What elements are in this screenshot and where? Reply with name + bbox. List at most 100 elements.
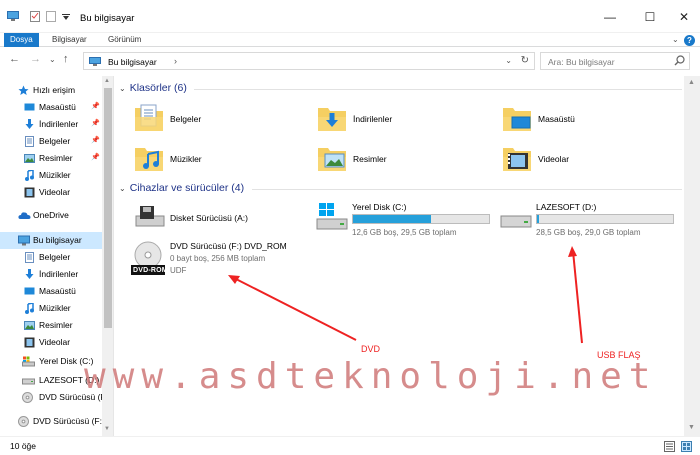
nav-this-pc[interactable]: Bu bilgisayar: [0, 232, 102, 249]
video-icon: [24, 337, 35, 348]
nav-label: Masaüstü: [39, 286, 76, 296]
cloud-icon: [18, 212, 31, 219]
scroll-up-icon[interactable]: ▲: [688, 79, 695, 86]
scroll-down-icon[interactable]: ▼: [688, 424, 695, 431]
close-button[interactable]: ✕: [666, 8, 700, 26]
computer-icon: [18, 235, 30, 246]
dvd-annotation: DVD: [361, 344, 381, 354]
address-row: ← → ⌄ ↑ Bu bilgisayar › ⌄ ↻ Ara: Bu bilg…: [0, 48, 700, 74]
properties-icon[interactable]: [30, 11, 40, 22]
status-bar: 10 öğe: [0, 436, 700, 455]
windows-drive-icon: [316, 203, 348, 230]
drive-lazesoft-d[interactable]: LAZESOFT (D:) 28,5 GB boş, 29,0 GB topla…: [500, 202, 680, 242]
devices-group-label: Cihazlar ve sürücüler (4): [129, 182, 245, 194]
folders-group-header[interactable]: ⌄ Klasörler (6): [119, 82, 187, 94]
nav-label: Belgeler: [39, 252, 71, 262]
drive-local-c[interactable]: Yerel Disk (C:) 12,6 GB boş, 29,5 GB top…: [316, 202, 496, 242]
nav-item-muzikler[interactable]: Müzikler: [0, 167, 102, 184]
breadcrumb-chevron-icon[interactable]: ›: [174, 56, 177, 66]
scroll-down-icon[interactable]: ▼: [104, 426, 110, 432]
address-bar[interactable]: Bu bilgisayar › ⌄ ↻: [83, 52, 535, 70]
group-divider: [252, 189, 682, 190]
forward-button[interactable]: →: [30, 53, 41, 65]
folders-group-label: Klasörler (6): [129, 82, 187, 94]
nav-quick-access[interactable]: Hızlı erişim: [0, 82, 102, 99]
drive-space-info: 0 bayt boş, 256 MB toplam: [170, 254, 266, 263]
address-path[interactable]: Bu bilgisayar: [108, 57, 157, 67]
back-button[interactable]: ←: [9, 53, 20, 65]
refresh-button[interactable]: ↻: [521, 55, 529, 66]
search-box[interactable]: Ara: Bu bilgisayar: [540, 52, 690, 70]
search-icon[interactable]: [674, 55, 685, 66]
drive-name: DVD Sürücüsü (F:) DVD_ROM: [170, 241, 287, 251]
desktop-icon: [24, 287, 35, 295]
view-buttons: [664, 441, 692, 454]
nav-onedrive[interactable]: OneDrive: [0, 207, 102, 224]
chevron-down-icon[interactable]: ⌄: [119, 84, 126, 93]
nav-item-belgeler[interactable]: Belgeler 📌: [0, 133, 102, 150]
nav-scroll-thumb[interactable]: [104, 88, 112, 328]
videos-folder-icon: [503, 148, 531, 171]
downloads-folder-icon: [318, 108, 346, 131]
new-folder-icon[interactable]: [46, 11, 56, 22]
floppy-drive-icon: [135, 206, 165, 227]
tab-gorunum[interactable]: Görünüm: [102, 33, 147, 47]
nav-pc-masaustu[interactable]: Masaüstü: [0, 283, 102, 300]
help-icon[interactable]: ?: [684, 35, 695, 46]
chevron-down-icon[interactable]: ⌄: [119, 184, 126, 193]
recent-locations-button[interactable]: ⌄: [49, 55, 56, 64]
dvd-icon: [18, 416, 29, 427]
nav-dvd-drive[interactable]: DVD Sürücüsü (F:): [0, 413, 105, 430]
nav-item-videolar[interactable]: Videolar: [0, 184, 102, 201]
minimize-button[interactable]: —: [592, 8, 628, 26]
documents-folder-icon: [135, 104, 163, 131]
usb-drive-icon: [500, 215, 532, 228]
group-divider: [194, 89, 682, 90]
drive-name: Disket Sürücüsü (A:): [170, 213, 248, 223]
drive-floppy-a[interactable]: Disket Sürücüsü (A:): [134, 202, 304, 236]
nav-pc-muzikler[interactable]: Müzikler: [0, 300, 102, 317]
tab-bilgisayar[interactable]: Bilgisayar: [46, 33, 93, 47]
large-icons-view-icon[interactable]: [681, 441, 692, 452]
scroll-up-icon[interactable]: ▲: [104, 78, 110, 84]
nav-pc-videolar[interactable]: Videolar: [0, 334, 102, 351]
folder-label: İndirilenler: [353, 114, 393, 124]
music-icon: [25, 170, 34, 181]
nav-pc-resimler[interactable]: Resimler: [0, 317, 102, 334]
nav-item-indirilenler[interactable]: İndirilenler 📌: [0, 116, 102, 133]
window-title: Bu bilgisayar: [80, 13, 135, 24]
computer-icon: [89, 57, 101, 66]
nav-item-masaustu[interactable]: Masaüstü 📌: [0, 99, 102, 116]
ribbon-expand-button[interactable]: ⌄: [672, 35, 679, 44]
maximize-button[interactable]: ☐: [632, 8, 668, 26]
pictures-icon: [24, 154, 35, 163]
address-dropdown-button[interactable]: ⌄: [505, 56, 512, 65]
drive-dvd-f[interactable]: DVD-ROM DVD Sürücüsü (F:) DVD_ROM 0 bayt…: [130, 241, 320, 281]
nav-label: Bu bilgisayar: [33, 235, 82, 245]
nav-label: OneDrive: [33, 210, 69, 220]
desktop-icon: [24, 103, 35, 111]
document-icon: [25, 252, 34, 263]
nav-label: Videolar: [39, 187, 71, 197]
up-button[interactable]: ↑: [63, 53, 69, 65]
details-view-icon[interactable]: [664, 441, 676, 452]
download-icon: [25, 119, 34, 129]
nav-item-resimler[interactable]: Resimler 📌: [0, 150, 102, 167]
computer-icon[interactable]: [7, 11, 19, 21]
content-scrollbar[interactable]: ▲ ▼: [684, 76, 700, 436]
pictures-icon: [24, 321, 35, 330]
nav-pc-belgeler[interactable]: Belgeler: [0, 249, 102, 266]
customize-toolbar-icon[interactable]: [62, 14, 70, 20]
nav-label: DVD Sürücüsü (F:): [33, 416, 105, 426]
desktop-folder-icon: [503, 108, 531, 131]
tab-dosya[interactable]: Dosya: [4, 33, 39, 47]
nav-label: İndirilenler: [39, 269, 79, 279]
pin-icon: 📌: [91, 154, 100, 161]
pin-icon: 📌: [91, 103, 100, 110]
nav-label: Resimler: [39, 153, 73, 163]
dvd-rom-badge: DVD-ROM: [133, 267, 168, 274]
nav-pc-indirilenler[interactable]: İndirilenler: [0, 266, 102, 283]
search-input[interactable]: Ara: Bu bilgisayar: [548, 57, 615, 67]
ribbon-tabs: Dosya Bilgisayar Görünüm ⌄ ?: [0, 33, 700, 47]
devices-group-header[interactable]: ⌄ Cihazlar ve sürücüler (4): [119, 182, 244, 194]
